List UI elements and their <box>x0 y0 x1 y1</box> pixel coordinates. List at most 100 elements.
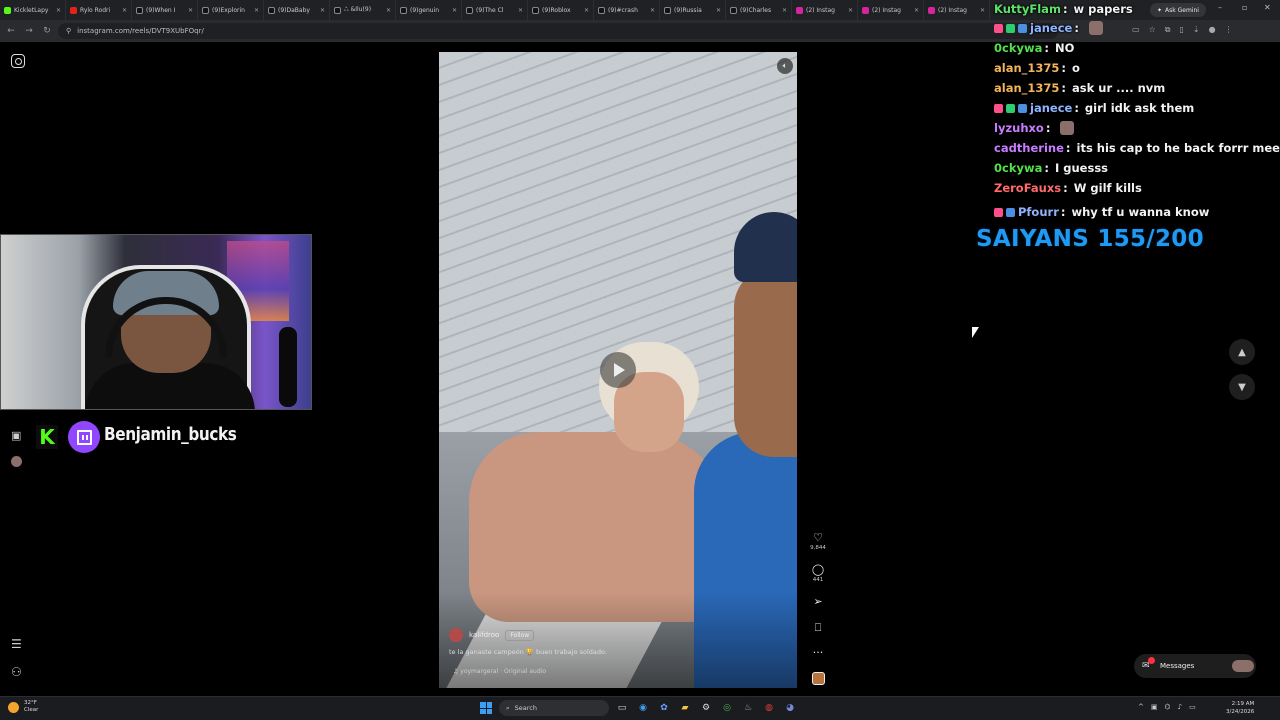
steam-icon[interactable]: ♨ <box>740 700 756 716</box>
threads-icon[interactable]: ⚇ <box>11 665 22 679</box>
back-icon[interactable]: ← <box>4 26 18 36</box>
close-tab-icon[interactable]: ✕ <box>386 7 391 14</box>
minimize-icon[interactable]: – <box>1218 3 1222 12</box>
app-icon[interactable]: ◍ <box>761 700 777 716</box>
forward-icon[interactable]: → <box>22 26 36 36</box>
tab-title: Rylo Rodri <box>80 6 111 14</box>
site-info-icon[interactable]: ⚲ <box>66 27 71 35</box>
weather-widget[interactable]: 32°F Clear <box>8 700 38 714</box>
chat-text: why tf u wanna know <box>1071 205 1210 219</box>
messages-label: Messages <box>1160 662 1195 670</box>
browser-tab[interactable]: KickletLapy ✕ <box>0 0 66 20</box>
reload-icon[interactable]: ↻ <box>40 26 54 36</box>
comment-button[interactable]: ◯ 441 <box>808 563 828 583</box>
reel-caption: te la ganaste campeón 🏆 buen trabajo sol… <box>449 648 607 656</box>
taskbar-apps: ⌕ Search ▭ ◉ ✿ ▰ ⚙ ◎ ♨ ◍ ◕ <box>478 700 798 716</box>
menu-icon[interactable]: ⋮ <box>1225 25 1233 35</box>
more-options-button[interactable]: ··· <box>808 646 828 659</box>
chrome-icon[interactable]: ◎ <box>719 700 735 716</box>
share-button[interactable]: ➢ <box>808 595 828 608</box>
tab-title: (9)#crash <box>608 6 638 14</box>
instagram-logo-icon[interactable] <box>11 54 25 68</box>
chat-message: cadtherine: its his cap to he back forrr … <box>994 139 1280 157</box>
reel-video[interactable]: 🔈︎ kalifdroo Follow te la ganaste campeó… <box>439 52 797 688</box>
maximize-icon[interactable]: ▫ <box>1242 3 1247 12</box>
chat-username: alan_1375 <box>994 61 1060 75</box>
chat-username: 0ckywa <box>994 41 1043 55</box>
taskbar-search[interactable]: ⌕ Search <box>499 700 609 716</box>
battery-icon[interactable]: ▭ <box>1189 703 1196 711</box>
start-button[interactable] <box>478 700 494 716</box>
save-button[interactable]: ⎕ <box>808 621 828 635</box>
chat-badge-icon <box>1006 103 1015 113</box>
tab-title: (9)When I <box>146 6 176 14</box>
follow-button[interactable]: Follow <box>505 629 535 641</box>
close-tab-icon[interactable]: ✕ <box>980 7 985 14</box>
like-button[interactable]: ♡ 9,844 <box>808 531 828 551</box>
close-tab-icon[interactable]: ✕ <box>782 7 787 14</box>
reel-audio-link[interactable]: ♫ yoymargeral · Original audio <box>453 668 546 675</box>
profile-icon[interactable]: ● <box>1209 25 1216 35</box>
browser-tab[interactable]: (9)#crash ✕ <box>594 0 660 20</box>
browser-tab[interactable]: (9)genuin ✕ <box>396 0 462 20</box>
browser-tab[interactable]: (2) Instag ✕ <box>858 0 924 20</box>
browser-tab[interactable]: (9)Explorin ✕ <box>198 0 264 20</box>
edge-icon[interactable]: ◉ <box>635 700 651 716</box>
close-tab-icon[interactable]: ✕ <box>452 7 457 14</box>
volume-icon[interactable]: ♪ <box>1178 703 1182 711</box>
browser-tab[interactable]: (9)DaBaby ✕ <box>264 0 330 20</box>
author-avatar[interactable] <box>449 628 463 642</box>
close-tab-icon[interactable]: ✕ <box>584 7 589 14</box>
taskbar-clock[interactable]: 2:19 AM 3/24/2026 <box>1226 700 1254 716</box>
extensions-icon[interactable]: ⧉ <box>1165 25 1171 35</box>
side-panel-icon[interactable]: ▯ <box>1179 25 1183 35</box>
author-username[interactable]: kalifdroo <box>469 631 499 639</box>
browser-tab[interactable]: (9)When I ✕ <box>132 0 198 20</box>
ask-gemini-button[interactable]: ✦ Ask Gemini <box>1150 3 1206 17</box>
browser-tab[interactable]: (9)Russia ✕ <box>660 0 726 20</box>
close-tab-icon[interactable]: ✕ <box>254 7 259 14</box>
network-icon[interactable]: ⌬ <box>1165 703 1171 711</box>
discord-icon[interactable]: ◕ <box>782 700 798 716</box>
profile-avatar-icon[interactable] <box>11 456 22 467</box>
next-reel-button[interactable]: ▼ <box>1229 374 1255 400</box>
copilot-icon[interactable]: ✿ <box>656 700 672 716</box>
browser-tab[interactable]: (9)Charles ✕ <box>726 0 792 20</box>
windows-taskbar: 32°F Clear ⌕ Search ▭ ◉ ✿ ▰ ⚙ ◎ ♨ ◍ ◕ ^ … <box>0 696 1280 720</box>
play-button[interactable] <box>600 352 636 388</box>
close-tab-icon[interactable]: ✕ <box>122 7 127 14</box>
close-tab-icon[interactable]: ✕ <box>56 7 61 14</box>
browser-tab[interactable]: ஃ &Ilu(9) ✕ <box>330 0 396 20</box>
mute-icon[interactable]: 🔈︎ <box>777 58 793 74</box>
close-tab-icon[interactable]: ✕ <box>848 7 853 14</box>
more-menu-icon[interactable]: ☰ <box>11 637 22 651</box>
close-window-icon[interactable]: ✕ <box>1264 3 1271 12</box>
settings-icon[interactable]: ⚙ <box>698 700 714 716</box>
tray-app-icon[interactable]: ▣ <box>1151 703 1158 711</box>
close-tab-icon[interactable]: ✕ <box>650 7 655 14</box>
tray-overflow-icon[interactable]: ^ <box>1138 703 1144 711</box>
reels-nav-icon[interactable]: ▣ <box>11 429 21 442</box>
bookmark-star-icon[interactable]: ☆ <box>1149 25 1156 35</box>
task-view-icon[interactable]: ▭ <box>614 700 630 716</box>
chat-badge-icon <box>1006 207 1015 217</box>
browser-tab[interactable]: (2) Instag ✕ <box>792 0 858 20</box>
close-tab-icon[interactable]: ✕ <box>320 7 325 14</box>
close-tab-icon[interactable]: ✕ <box>914 7 919 14</box>
cast-icon[interactable]: ▭ <box>1132 25 1140 35</box>
url-field[interactable]: ⚲ instagram.com/reels/DVT9XUbFOqr/ <box>58 23 1058 39</box>
close-tab-icon[interactable]: ✕ <box>716 7 721 14</box>
chat-username: janece <box>1030 101 1073 115</box>
browser-tab[interactable]: (9)Roblox ✕ <box>528 0 594 20</box>
browser-tab[interactable]: (9)The Cl ✕ <box>462 0 528 20</box>
previous-reel-button[interactable]: ▲ <box>1229 339 1255 365</box>
audio-thumbnail[interactable] <box>812 672 825 685</box>
file-explorer-icon[interactable]: ▰ <box>677 700 693 716</box>
browser-tab[interactable]: Rylo Rodri ✕ <box>66 0 132 20</box>
browser-tab[interactable]: (2) Instag ✕ <box>924 0 990 20</box>
heart-icon: ♡ <box>813 531 823 544</box>
close-tab-icon[interactable]: ✕ <box>188 7 193 14</box>
downloads-icon[interactable]: ⇣ <box>1193 25 1200 35</box>
close-tab-icon[interactable]: ✕ <box>518 7 523 14</box>
messages-button[interactable]: ✉ Messages <box>1134 654 1256 678</box>
